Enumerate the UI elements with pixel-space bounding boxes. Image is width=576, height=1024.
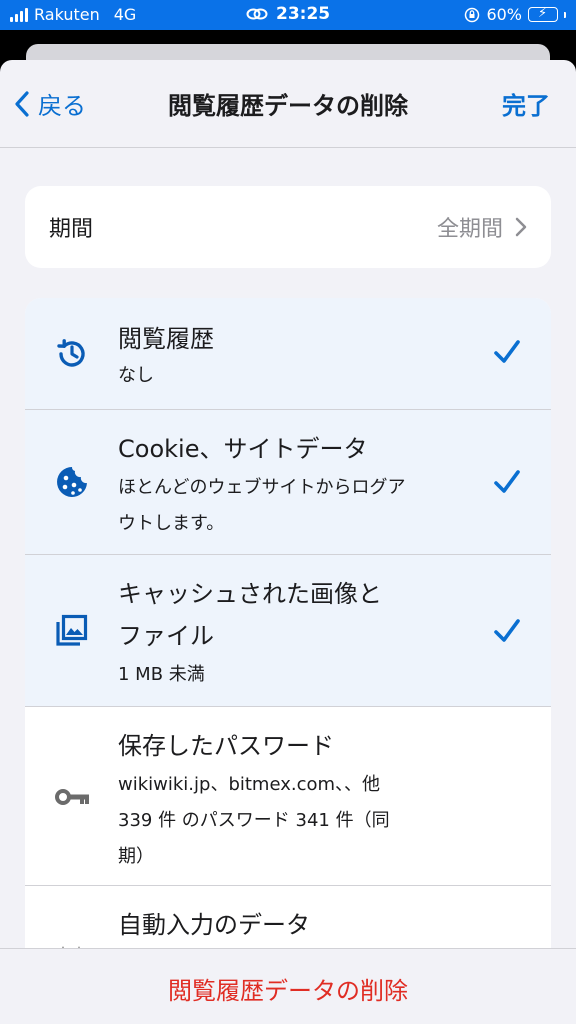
clock: 23:25 (276, 4, 331, 24)
status-left: Rakuten 4G (10, 5, 136, 24)
history-icon (57, 339, 85, 367)
item-subtitle-line: 339 件 のパスワード 341 件（同 (118, 810, 390, 831)
item-subtitle-line: wikiwiki.jp、bitmex.com、、他 (118, 774, 381, 795)
item-subtitle: 1 MB 未満 (118, 664, 205, 685)
chevron-right-icon (515, 217, 527, 237)
clear-data-button[interactable]: 閲覧履歴データの削除 (0, 971, 576, 1006)
checkmark-icon (494, 619, 520, 642)
status-bar: Rakuten 4G 23:25 60% ⚡ (0, 0, 576, 30)
image-icon (56, 614, 88, 646)
item-title: 保存したパスワード (118, 732, 334, 760)
checkmark-icon (494, 340, 520, 363)
list-item-cookies[interactable]: Cookie、サイトデータ ほとんどのウェブサイトからログア ウトします。 (25, 410, 551, 555)
navigation-bar: 戻る 閲覧履歴データの削除 完了 (0, 60, 576, 148)
carrier-label: Rakuten (34, 5, 100, 24)
item-subtitle-line: 期） (118, 846, 154, 867)
battery-percent: 60% (486, 5, 522, 24)
item-subtitle-line: ウトします。 (118, 513, 225, 534)
done-button[interactable]: 完了 (502, 86, 550, 121)
link-icon (246, 8, 268, 20)
clear-browsing-data-sheet: 戻る 閲覧履歴データの削除 完了 期間 全期間 閲覧履歴 なし Cookie、サ… (0, 60, 576, 1024)
item-title-line: ファイル (118, 622, 214, 650)
footer-bar: 閲覧履歴データの削除 (0, 948, 576, 1024)
item-title: 自動入力のデータ (118, 911, 310, 939)
list-item-cached-images[interactable]: キャッシュされた画像と ファイル 1 MB 未満 (25, 555, 551, 707)
signal-icon (10, 7, 28, 22)
orientation-lock-icon (465, 7, 480, 22)
item-title: 閲覧履歴 (118, 325, 214, 353)
list-item-saved-passwords[interactable]: 保存したパスワード wikiwiki.jp、bitmex.com、、他 339 … (25, 707, 551, 886)
time-range-value: 全期間 (436, 217, 503, 242)
status-right: 60% ⚡ (464, 5, 566, 24)
item-title-line: キャッシュされた画像と (118, 580, 382, 608)
item-subtitle-line: ほとんどのウェブサイトからログア (118, 477, 406, 498)
checkmark-icon (494, 470, 520, 493)
item-subtitle: なし (118, 365, 154, 386)
item-title: Cookie、サイトデータ (118, 435, 368, 463)
data-type-list: 閲覧履歴 なし Cookie、サイトデータ ほとんどのウェブサイトからログア ウ… (25, 298, 551, 978)
cookie-icon (57, 467, 87, 497)
battery-icon: ⚡ (528, 6, 558, 22)
list-item-browsing-history[interactable]: 閲覧履歴 なし (25, 298, 551, 410)
key-icon (55, 789, 89, 805)
time-range-row[interactable]: 期間 全期間 (25, 186, 551, 268)
page-title: 閲覧履歴データの削除 (168, 92, 408, 120)
status-center: 23:25 (246, 4, 330, 24)
network-label: 4G (113, 5, 137, 24)
time-range-label: 期間 (49, 217, 94, 242)
